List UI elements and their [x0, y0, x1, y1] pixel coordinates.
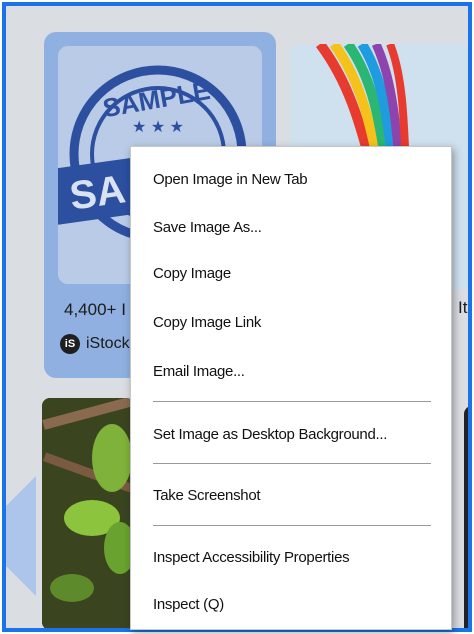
result-source-label: iStock — [86, 335, 130, 352]
plant-image-result[interactable] — [42, 398, 134, 628]
menu-save-image-as[interactable]: Save Image As... — [153, 213, 441, 243]
menu-email-image[interactable]: Email Image... — [153, 357, 441, 387]
svg-text:SA: SA — [67, 167, 128, 218]
menu-separator — [153, 525, 431, 526]
svg-text:★ ★ ★: ★ ★ ★ — [132, 119, 184, 136]
menu-inspect[interactable]: Inspect (Q) — [153, 590, 441, 620]
menu-open-image-new-tab[interactable]: Open Image in New Tab — [153, 165, 441, 195]
menu-separator — [153, 401, 431, 402]
menu-copy-image-link[interactable]: Copy Image Link — [153, 308, 441, 338]
result-source[interactable]: iS iStock — [60, 334, 130, 354]
plant-graphic — [42, 398, 134, 628]
menu-set-desktop-background[interactable]: Set Image as Desktop Background... — [153, 420, 441, 450]
menu-separator — [153, 463, 431, 464]
result-title-fragment[interactable]: It — [458, 298, 467, 318]
context-menu: Open Image in New Tab Save Image As... C… — [130, 146, 452, 630]
menu-take-screenshot[interactable]: Take Screenshot — [153, 481, 441, 511]
decorative-arrow — [6, 476, 36, 596]
menu-inspect-accessibility[interactable]: Inspect Accessibility Properties — [153, 543, 441, 573]
image-result-edge[interactable] — [464, 406, 468, 628]
istock-logo-icon: iS — [60, 334, 80, 354]
menu-copy-image[interactable]: Copy Image — [153, 259, 441, 289]
